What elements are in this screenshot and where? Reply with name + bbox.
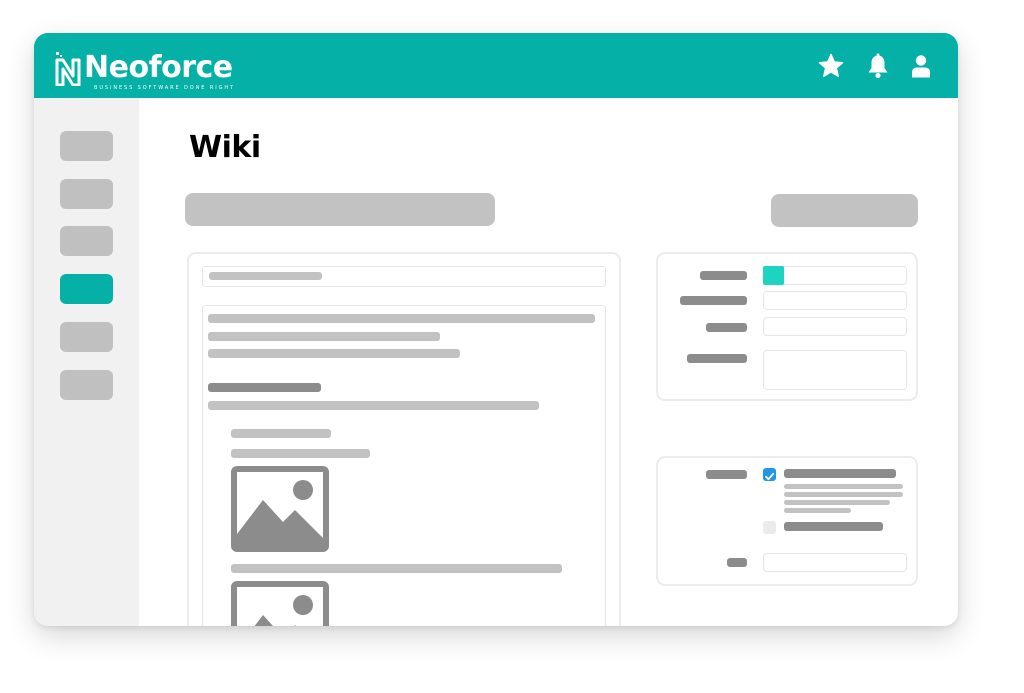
checkmark-icon [765, 472, 775, 481]
field-label-placeholder [680, 296, 747, 305]
field-label-placeholder [727, 558, 747, 567]
field-label-placeholder [706, 323, 747, 332]
logo-text: Neoforce [84, 50, 233, 85]
action-button-placeholder[interactable] [771, 194, 918, 227]
option-description-line [784, 492, 903, 497]
text-line [208, 401, 539, 410]
option-label-placeholder [784, 522, 883, 531]
sidebar-item-1[interactable] [60, 131, 113, 161]
textarea-field[interactable] [763, 350, 907, 390]
text-line [208, 332, 440, 341]
page-title: Wiki [189, 130, 261, 165]
color-field[interactable] [763, 266, 907, 285]
app-window: Neoforce BUSINESS SOFTWARE DONE RIGHT Wi… [34, 33, 958, 626]
text-line [208, 314, 595, 323]
text-line [208, 349, 460, 358]
sidebar-item-5[interactable] [60, 322, 113, 352]
checkbox-checked[interactable] [763, 468, 776, 481]
options-card [656, 456, 918, 586]
sidebar-item-2[interactable] [60, 179, 113, 209]
star-icon[interactable] [817, 52, 845, 80]
sidebar [34, 98, 139, 626]
sidebar-item-3[interactable] [60, 226, 113, 256]
user-icon[interactable] [907, 52, 935, 80]
field-label-placeholder [706, 470, 747, 479]
option-description-line [784, 500, 890, 505]
option-label-placeholder [784, 469, 896, 478]
text-line [231, 564, 562, 573]
image-placeholder-icon [231, 581, 329, 626]
top-bar: Neoforce BUSINESS SOFTWARE DONE RIGHT [34, 33, 958, 98]
search-bar-placeholder[interactable] [185, 193, 495, 226]
checkbox-unchecked[interactable] [763, 521, 776, 534]
option-description-line [784, 508, 851, 513]
sidebar-item-6[interactable] [60, 370, 113, 400]
properties-card [656, 252, 918, 401]
field-label-placeholder [700, 271, 747, 280]
image-placeholder-icon [231, 466, 329, 552]
main-content: Wiki [139, 98, 958, 626]
article-card [187, 252, 621, 626]
heading-line [208, 383, 321, 392]
article-title-field[interactable] [202, 266, 606, 287]
field-label-placeholder [687, 354, 747, 363]
logo-mark-icon [55, 52, 81, 86]
title-text-placeholder [209, 272, 322, 280]
bell-icon[interactable] [864, 52, 892, 80]
text-field[interactable] [763, 317, 907, 336]
text-field[interactable] [763, 553, 907, 572]
text-field[interactable] [763, 291, 907, 310]
text-line [231, 449, 370, 458]
option-description-line [784, 484, 903, 489]
color-swatch[interactable] [763, 266, 784, 285]
text-line [231, 429, 331, 438]
article-body-editor[interactable] [202, 305, 606, 626]
logo-tagline: BUSINESS SOFTWARE DONE RIGHT [94, 85, 235, 91]
sidebar-item-wiki-active[interactable] [60, 274, 113, 304]
